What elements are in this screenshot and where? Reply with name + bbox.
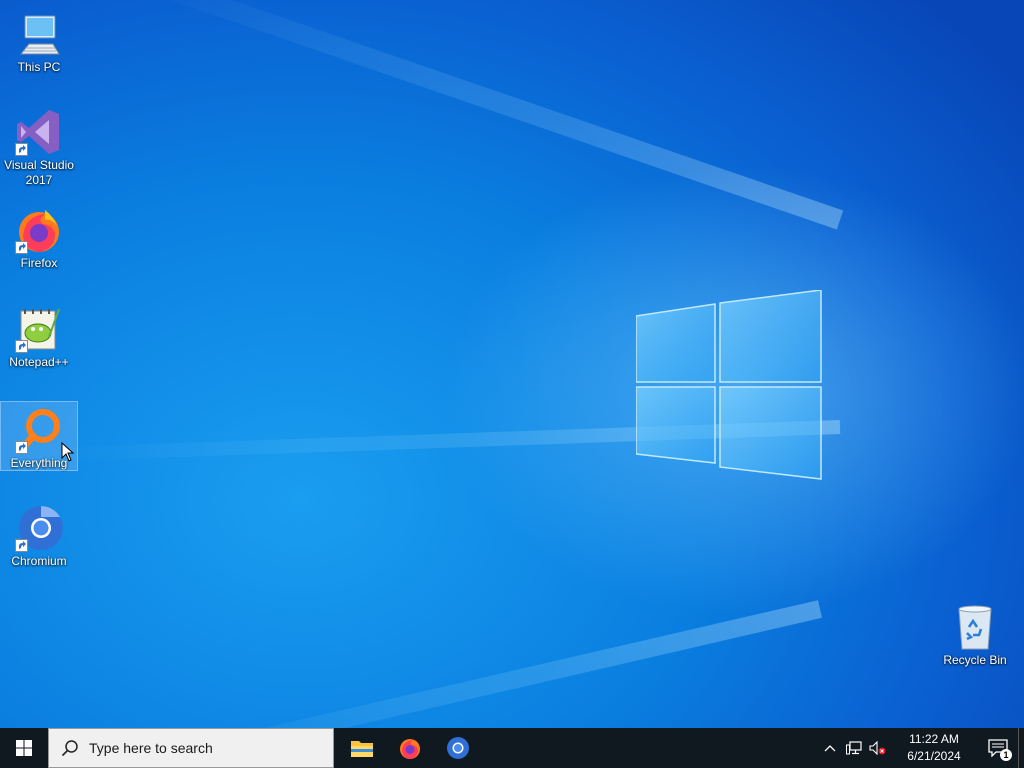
taskbar-app-chromium[interactable] (434, 728, 482, 768)
visual-studio-icon (15, 108, 63, 156)
system-tray: 11:22 AM 6/21/2024 1 (818, 728, 1024, 768)
firefox-icon (400, 739, 420, 759)
desktop-icon-label: Firefox (20, 256, 58, 270)
taskbar: Type here to search 11:22 AM 6/21/2024 1 (0, 728, 1024, 768)
network-button[interactable] (842, 728, 866, 768)
desktop-icon-this-pc[interactable]: This PC (1, 6, 77, 75)
desktop-icon-label: Recycle Bin (943, 653, 1007, 667)
desktop-icon-notepad-plus-plus[interactable]: Notepad++ (1, 301, 77, 370)
desktop-icon-visual-studio[interactable]: Visual Studio 2017 (1, 104, 77, 188)
shortcut-arrow-icon (15, 340, 28, 353)
computer-icon (15, 10, 63, 58)
search-placeholder: Type here to search (89, 740, 213, 756)
clock-date: 6/21/2024 (907, 749, 961, 763)
shortcut-arrow-icon (15, 441, 28, 454)
clock[interactable]: 11:22 AM 6/21/2024 (894, 731, 974, 765)
folder-icon (351, 741, 373, 757)
wallpaper-beam (118, 0, 844, 230)
desktop-icon-chromium[interactable]: Chromium (1, 500, 77, 569)
clock-time: 11:22 AM (909, 732, 959, 746)
chromium-icon (15, 504, 63, 552)
shortcut-arrow-icon (15, 241, 28, 254)
recycle-bin-icon (951, 603, 999, 651)
everything-icon (15, 406, 63, 454)
desktop-icon-label: Visual Studio 2017 (4, 158, 74, 187)
chromium-icon (447, 737, 469, 759)
chevron-up-icon (824, 745, 836, 752)
windows-logo-wallpaper (636, 290, 822, 480)
search-box[interactable]: Type here to search (48, 728, 334, 768)
mouse-cursor-icon (61, 442, 75, 462)
show-hidden-icons-button[interactable] (818, 728, 842, 768)
desktop-icon-label: This PC (17, 60, 61, 74)
desktop-icon-label: Chromium (11, 554, 67, 568)
notepad-plus-plus-icon (15, 305, 63, 353)
taskbar-app-file-explorer[interactable] (338, 728, 386, 768)
shortcut-arrow-icon (15, 539, 28, 552)
action-center-button[interactable]: 1 (978, 728, 1018, 768)
desktop[interactable]: This PC Visual Studio 2017 Firefox Notep… (0, 0, 1024, 728)
firefox-icon (15, 206, 63, 254)
shortcut-arrow-icon (15, 143, 28, 156)
volume-muted-icon (869, 741, 886, 755)
desktop-icon-recycle-bin[interactable]: Recycle Bin (937, 599, 1013, 668)
start-button[interactable] (0, 728, 48, 768)
network-icon (846, 741, 862, 755)
show-desktop-button[interactable] (1018, 728, 1024, 768)
desktop-icon-label: Notepad++ (9, 355, 69, 369)
taskbar-app-firefox[interactable] (386, 728, 434, 768)
search-icon (61, 739, 79, 757)
desktop-icon-firefox[interactable]: Firefox (1, 202, 77, 271)
volume-button[interactable] (866, 728, 890, 768)
wallpaper-beam (116, 600, 823, 728)
windows-start-icon (16, 740, 32, 756)
notification-count-badge: 1 (1000, 749, 1012, 761)
